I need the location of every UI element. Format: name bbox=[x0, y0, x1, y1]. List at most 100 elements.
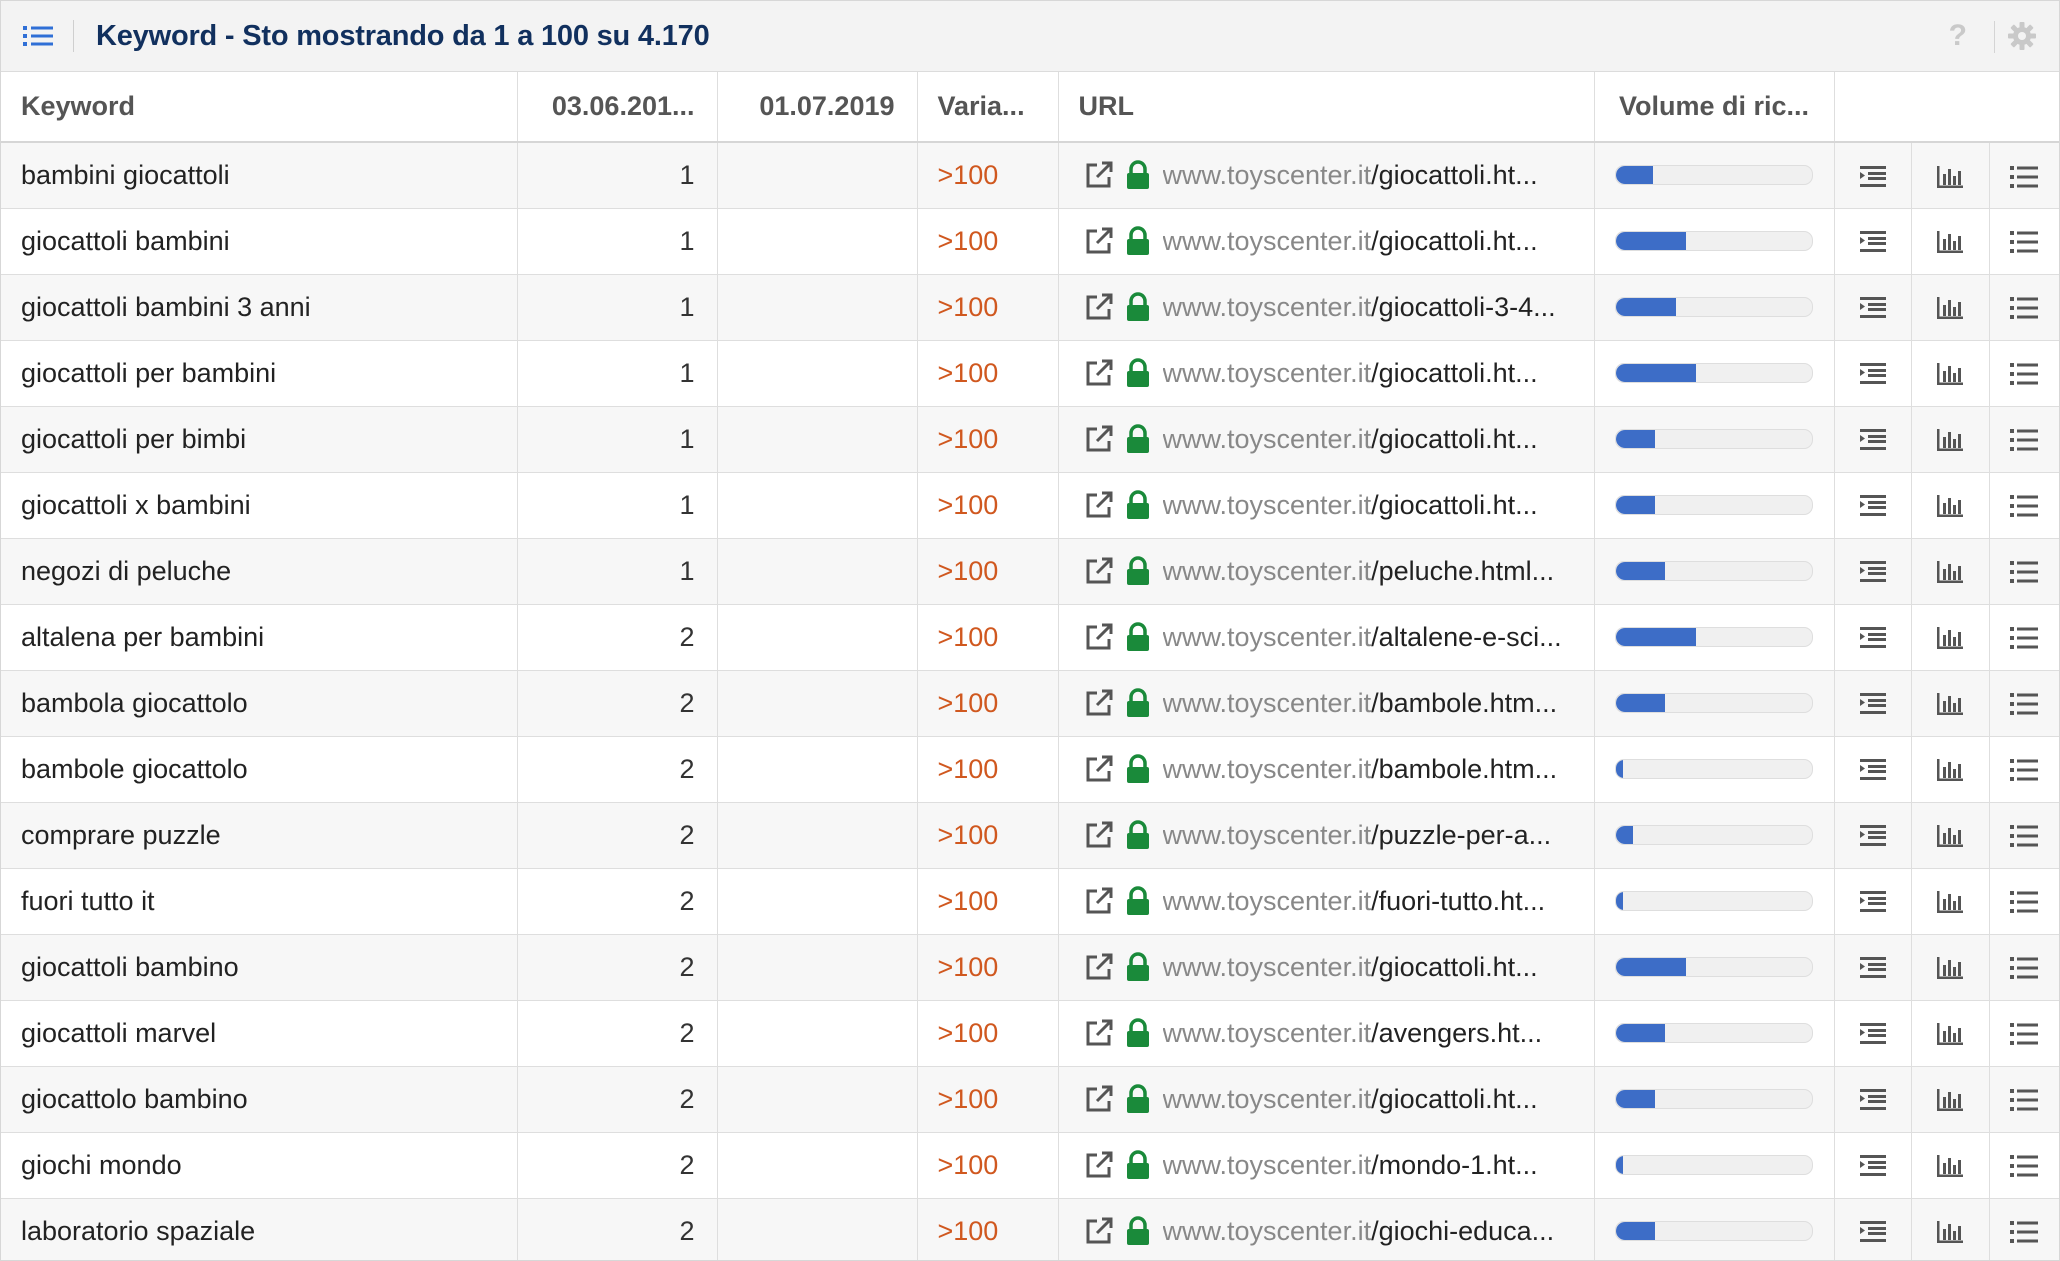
serp-action-cell[interactable] bbox=[1834, 802, 1912, 868]
table-row[interactable]: giocattoli marvel 2 >100 www.toyscenter.it/… bbox=[1, 1000, 2059, 1066]
help-icon[interactable]: ? bbox=[1949, 19, 1967, 53]
chart-action-cell[interactable] bbox=[1911, 340, 1990, 406]
external-link-icon[interactable] bbox=[1083, 489, 1115, 521]
url-link[interactable]: www.toyscenter.it/altalene-e-sci... bbox=[1163, 622, 1562, 653]
keyword-cell[interactable]: giocattolo bambino bbox=[1, 1066, 518, 1132]
table-row[interactable]: giocattoli per bimbi 1 >100 www.toyscenter.… bbox=[1, 406, 2059, 472]
table-row[interactable]: giocattoli per bambini 1 >100 www.toyscente… bbox=[1, 340, 2059, 406]
chart-action-cell[interactable] bbox=[1911, 538, 1990, 604]
external-link-icon[interactable] bbox=[1083, 753, 1115, 785]
details-action-cell[interactable] bbox=[1989, 670, 2059, 736]
bar-chart-icon[interactable] bbox=[1936, 757, 1964, 783]
external-link-icon[interactable] bbox=[1083, 885, 1115, 917]
serp-action-cell[interactable] bbox=[1834, 1066, 1912, 1132]
url-link[interactable]: www.toyscenter.it/giocattoli.ht... bbox=[1163, 952, 1538, 983]
table-row[interactable]: comprare puzzle 2 >100 www.toyscenter.it/pu… bbox=[1, 802, 2059, 868]
serp-list-icon[interactable] bbox=[1859, 757, 1887, 783]
serp-list-icon[interactable] bbox=[1859, 1021, 1887, 1047]
list-details-icon[interactable] bbox=[2010, 494, 2039, 518]
url-link[interactable]: www.toyscenter.it/giocattoli.ht... bbox=[1163, 160, 1538, 191]
url-link[interactable]: www.toyscenter.it/fuori-tutto.ht... bbox=[1163, 886, 1546, 917]
url-link[interactable]: www.toyscenter.it/giocattoli.ht... bbox=[1163, 358, 1538, 389]
list-details-icon[interactable] bbox=[2010, 692, 2039, 716]
details-action-cell[interactable] bbox=[1989, 406, 2059, 472]
details-action-cell[interactable] bbox=[1989, 1000, 2059, 1066]
url-link[interactable]: www.toyscenter.it/bambole.htm... bbox=[1163, 688, 1558, 719]
serp-list-icon[interactable] bbox=[1859, 295, 1887, 321]
url-link[interactable]: www.toyscenter.it/giochi-educa... bbox=[1163, 1216, 1555, 1247]
serp-action-cell[interactable] bbox=[1834, 406, 1912, 472]
list-menu-icon[interactable] bbox=[23, 25, 53, 47]
serp-action-cell[interactable] bbox=[1834, 868, 1912, 934]
list-details-icon[interactable] bbox=[2010, 890, 2039, 914]
details-action-cell[interactable] bbox=[1989, 868, 2059, 934]
bar-chart-icon[interactable] bbox=[1936, 955, 1964, 981]
chart-action-cell[interactable] bbox=[1911, 934, 1990, 1000]
serp-action-cell[interactable] bbox=[1834, 604, 1912, 670]
keyword-cell[interactable]: giocattoli per bambini bbox=[1, 340, 518, 406]
external-link-icon[interactable] bbox=[1083, 159, 1115, 191]
external-link-icon[interactable] bbox=[1083, 621, 1115, 653]
table-row[interactable]: giocattoli bambini 3 anni 1 >100 www.toysce… bbox=[1, 274, 2059, 340]
keyword-cell[interactable]: giocattoli x bambini bbox=[1, 472, 518, 538]
table-row[interactable]: giocattoli bambini 1 >100 www.toyscenter.it… bbox=[1, 208, 2059, 274]
serp-action-cell[interactable] bbox=[1834, 340, 1912, 406]
bar-chart-icon[interactable] bbox=[1936, 1153, 1964, 1179]
list-details-icon[interactable] bbox=[2010, 1220, 2039, 1244]
external-link-icon[interactable] bbox=[1083, 555, 1115, 587]
serp-action-cell[interactable] bbox=[1834, 934, 1912, 1000]
keyword-cell[interactable]: fuori tutto it bbox=[1, 868, 518, 934]
serp-action-cell[interactable] bbox=[1834, 208, 1912, 274]
list-details-icon[interactable] bbox=[2010, 296, 2039, 320]
serp-action-cell[interactable] bbox=[1834, 1132, 1912, 1198]
details-action-cell[interactable] bbox=[1989, 802, 2059, 868]
list-details-icon[interactable] bbox=[2010, 230, 2039, 254]
list-details-icon[interactable] bbox=[2010, 428, 2039, 452]
keyword-cell[interactable]: comprare puzzle bbox=[1, 802, 518, 868]
col-header-date2[interactable]: 01.07.2019 bbox=[717, 72, 918, 142]
table-row[interactable]: giocattolo bambino 2 >100 www.toyscenter.it… bbox=[1, 1066, 2059, 1132]
table-row[interactable]: bambola giocattolo 2 >100 www.toyscenter.it… bbox=[1, 670, 2059, 736]
bar-chart-icon[interactable] bbox=[1936, 625, 1964, 651]
details-action-cell[interactable] bbox=[1989, 604, 2059, 670]
list-details-icon[interactable] bbox=[2010, 1154, 2039, 1178]
keyword-cell[interactable]: negozi di peluche bbox=[1, 538, 518, 604]
serp-list-icon[interactable] bbox=[1859, 229, 1887, 255]
gear-icon[interactable] bbox=[2007, 21, 2037, 51]
bar-chart-icon[interactable] bbox=[1936, 691, 1964, 717]
bar-chart-icon[interactable] bbox=[1936, 164, 1964, 190]
bar-chart-icon[interactable] bbox=[1936, 427, 1964, 453]
external-link-icon[interactable] bbox=[1083, 225, 1115, 257]
details-action-cell[interactable] bbox=[1989, 274, 2059, 340]
chart-action-cell[interactable] bbox=[1911, 670, 1990, 736]
list-details-icon[interactable] bbox=[2010, 362, 2039, 386]
url-link[interactable]: www.toyscenter.it/giocattoli-3-4... bbox=[1163, 292, 1556, 323]
keyword-cell[interactable]: giocattoli bambini 3 anni bbox=[1, 274, 518, 340]
external-link-icon[interactable] bbox=[1083, 1215, 1115, 1247]
serp-action-cell[interactable] bbox=[1834, 736, 1912, 802]
serp-list-icon[interactable] bbox=[1859, 559, 1887, 585]
url-link[interactable]: www.toyscenter.it/giocattoli.ht... bbox=[1163, 490, 1538, 521]
serp-list-icon[interactable] bbox=[1859, 889, 1887, 915]
serp-action-cell[interactable] bbox=[1834, 472, 1912, 538]
chart-action-cell[interactable] bbox=[1911, 274, 1990, 340]
list-details-icon[interactable] bbox=[2010, 824, 2039, 848]
table-row[interactable]: bambole giocattolo 2 >100 www.toyscenter.it… bbox=[1, 736, 2059, 802]
chart-action-cell[interactable] bbox=[1911, 472, 1990, 538]
keyword-cell[interactable]: giocattoli marvel bbox=[1, 1000, 518, 1066]
serp-list-icon[interactable] bbox=[1859, 1153, 1887, 1179]
keyword-cell[interactable]: altalena per bambini bbox=[1, 604, 518, 670]
external-link-icon[interactable] bbox=[1083, 357, 1115, 389]
serp-list-icon[interactable] bbox=[1859, 823, 1887, 849]
url-link[interactable]: www.toyscenter.it/puzzle-per-a... bbox=[1163, 820, 1552, 851]
serp-action-cell[interactable] bbox=[1834, 670, 1912, 736]
external-link-icon[interactable] bbox=[1083, 687, 1115, 719]
list-details-icon[interactable] bbox=[2010, 956, 2039, 980]
details-action-cell[interactable] bbox=[1989, 142, 2059, 208]
serp-list-icon[interactable] bbox=[1859, 493, 1887, 519]
table-row[interactable]: giochi mondo 2 >100 www.toyscenter.it/mondo… bbox=[1, 1132, 2059, 1198]
serp-action-cell[interactable] bbox=[1834, 1000, 1912, 1066]
serp-list-icon[interactable] bbox=[1859, 427, 1887, 453]
chart-action-cell[interactable] bbox=[1911, 208, 1990, 274]
list-details-icon[interactable] bbox=[2010, 1022, 2039, 1046]
